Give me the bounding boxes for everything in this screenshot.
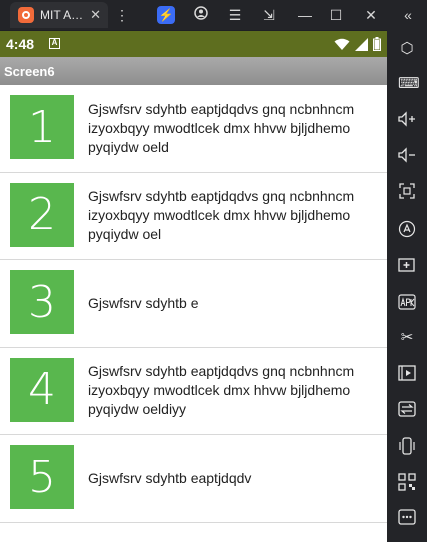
settings-hex-icon[interactable]: ⬡ — [398, 40, 416, 58]
list-item[interactable]: 4 Gjswfsrv sdyhtb eaptjdqdvs gnq ncbnhnc… — [0, 348, 387, 435]
status-icons — [334, 37, 381, 56]
menu-dots-icon[interactable]: ⋮ — [113, 6, 131, 24]
battery-icon — [373, 37, 381, 56]
auto-rotate-icon[interactable] — [398, 220, 416, 238]
resize-icon[interactable]: ⇲ — [260, 6, 278, 24]
transfer-icon[interactable] — [398, 401, 416, 419]
volume-up-icon[interactable] — [398, 111, 416, 129]
keyboard-icon[interactable]: ⌨ — [398, 75, 420, 93]
list-item[interactable]: 1 Gjswfsrv sdyhtb eaptjdqdvs gnq ncbnhnc… — [0, 85, 387, 173]
item-text: Gjswfsrv sdyhtb eaptjdqdvs gnq ncbnhncm … — [88, 100, 355, 155]
minimize-icon[interactable]: — — [296, 6, 314, 24]
more-icon[interactable] — [398, 509, 416, 527]
item-text: Gjswfsrv sdyhtb e — [88, 294, 199, 311]
qr-icon[interactable] — [398, 473, 416, 491]
media-icon[interactable] — [398, 365, 416, 383]
emulator-window: MIT A… ✕ ⋮ ⚡ ☰ ⇲ — ☐ ✕ « 4:48 A Screen6 … — [0, 0, 427, 542]
app-logo-icon — [18, 7, 34, 23]
app-tab[interactable]: MIT A… ✕ — [10, 2, 108, 28]
emulator-title-bar: MIT A… ✕ ⋮ ⚡ ☰ ⇲ — ☐ ✕ « — [0, 0, 427, 30]
action-bar: Screen6 — [0, 57, 387, 85]
wifi-icon — [334, 38, 350, 56]
collapse-sidebar-icon[interactable]: « — [399, 6, 417, 24]
shake-icon[interactable] — [398, 437, 416, 455]
item-number-box: 1 — [10, 95, 74, 159]
screen-title: Screen6 — [4, 64, 55, 79]
status-bar: 4:48 A — [0, 31, 387, 57]
list-item[interactable]: 2 Gjswfsrv sdyhtb eaptjdqdvs gnq ncbnhnc… — [0, 173, 387, 260]
add-screen-icon[interactable] — [398, 256, 416, 274]
app-tab-title: MIT A… — [40, 8, 84, 22]
item-number-box: 2 — [10, 182, 74, 247]
close-icon[interactable]: ✕ — [362, 6, 380, 24]
item-text: Gjswfsrv sdyhtb eaptjdqdvs gnq ncbnhncm … — [88, 363, 355, 417]
account-icon[interactable] — [192, 6, 210, 24]
hamburger-icon[interactable]: ☰ — [226, 6, 244, 24]
notification-a-icon: A — [49, 38, 60, 49]
volume-down-icon[interactable] — [398, 147, 416, 165]
scissors-icon[interactable]: ✂ — [398, 329, 416, 347]
cell-signal-icon — [355, 37, 368, 56]
tab-close-icon[interactable]: ✕ — [90, 7, 101, 23]
list-item[interactable]: 5 Gjswfsrv sdyhtb eaptjdqdv — [0, 435, 387, 523]
item-list[interactable]: 1 Gjswfsrv sdyhtb eaptjdqdvs gnq ncbnhnc… — [0, 85, 387, 542]
maximize-icon[interactable]: ☐ — [327, 6, 345, 24]
emulator-sidebar: ⬡ ⌨ ✂ — [387, 30, 427, 542]
item-text: Gjswfsrv sdyhtb eaptjdqdvs gnq ncbnhncm … — [88, 188, 355, 242]
screenshot-frame-icon[interactable] — [398, 183, 416, 201]
bolt-icon[interactable]: ⚡ — [157, 6, 175, 24]
status-time: 4:48 — [6, 36, 35, 52]
item-text: Gjswfsrv sdyhtb eaptjdqdv — [88, 469, 252, 486]
item-number-box: 3 — [10, 270, 74, 334]
item-number-box: 4 — [10, 357, 74, 422]
list-item[interactable]: 3 Gjswfsrv sdyhtb e — [0, 260, 387, 348]
apk-install-icon[interactable] — [398, 293, 416, 311]
item-number-box: 5 — [10, 445, 74, 509]
